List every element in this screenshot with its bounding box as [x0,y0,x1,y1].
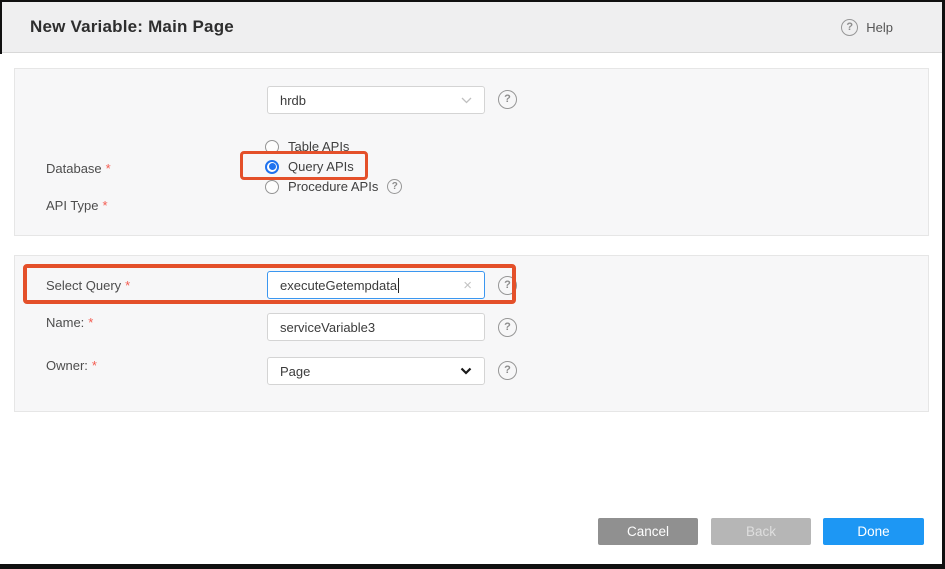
api-type-label-text: API Type [46,198,99,213]
radio-table-apis[interactable]: Table APIs [265,139,349,154]
chevron-down-bold-icon [460,367,472,375]
owner-help-icon[interactable]: ? [498,361,517,380]
owner-label: Owner: * [46,358,97,373]
api-type-label: API Type * [46,198,108,213]
database-required-mark: * [106,161,111,176]
help-label: Help [866,20,893,35]
radio-table-apis-label: Table APIs [288,139,349,154]
frame-top [0,0,945,2]
variable-config-panel: Select Query * executeGetempdata × ? Name… [14,255,929,412]
new-variable-dialog: New Variable: Main Page ? Help Database *… [0,0,945,569]
name-input[interactable] [267,313,485,341]
name-required-mark: * [88,315,93,330]
clear-icon[interactable]: × [463,278,472,293]
procedure-apis-help-icon[interactable]: ? [387,179,402,194]
api-type-required-mark: * [103,198,108,213]
name-help-icon[interactable]: ? [498,318,517,337]
name-label-text: Name: [46,315,84,330]
help-button[interactable]: ? Help [841,19,893,36]
name-label: Name: * [46,315,93,330]
cancel-button[interactable]: Cancel [598,518,698,545]
dialog-header: New Variable: Main Page ? Help [0,2,945,53]
api-config-panel: Database * hrdb ? API Type * Table APIs Qu… [14,68,929,236]
database-label-text: Database [46,161,102,176]
select-query-label-text: Select Query [46,278,121,293]
database-dropdown[interactable]: hrdb [267,86,485,114]
radio-circle-icon [265,140,279,154]
frame-bottom [0,564,945,569]
frame-left [0,0,2,54]
done-button[interactable]: Done [823,518,924,545]
radio-circle-selected-icon [265,160,279,174]
database-dropdown-value: hrdb [280,93,306,108]
owner-select[interactable]: Page [267,357,485,385]
radio-query-apis[interactable]: Query APIs [265,159,354,174]
select-query-input[interactable]: executeGetempdata × [267,271,485,299]
owner-label-text: Owner: [46,358,88,373]
radio-procedure-apis[interactable]: Procedure APIs ? [265,179,402,194]
select-query-value: executeGetempdata [280,278,397,293]
owner-select-value: Page [280,364,310,379]
radio-procedure-apis-label: Procedure APIs [288,179,378,194]
dialog-title: New Variable: Main Page [30,17,234,37]
select-query-required-mark: * [125,278,130,293]
select-query-label: Select Query * [46,278,130,293]
select-query-help-icon[interactable]: ? [498,276,517,295]
radio-query-apis-label: Query APIs [288,159,354,174]
database-help-icon[interactable]: ? [498,90,517,109]
help-icon: ? [841,19,858,36]
database-label: Database * [46,161,111,176]
chevron-down-icon [461,97,472,104]
back-button[interactable]: Back [711,518,811,545]
owner-required-mark: * [92,358,97,373]
radio-circle-icon [265,180,279,194]
text-caret [398,278,399,293]
